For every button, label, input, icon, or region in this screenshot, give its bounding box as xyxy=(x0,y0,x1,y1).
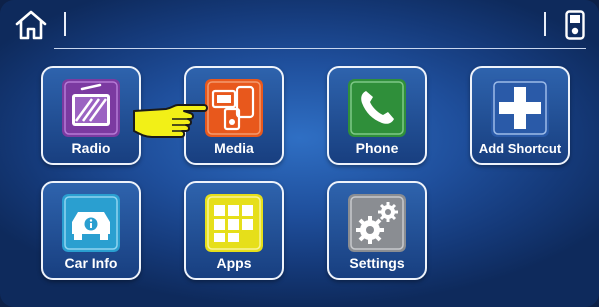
phone-button[interactable]: Phone xyxy=(327,66,427,165)
car-info-button[interactable]: Car Info xyxy=(41,181,141,280)
media-label: Media xyxy=(214,140,254,156)
ipod-icon[interactable] xyxy=(565,10,585,40)
phone-label: Phone xyxy=(355,140,399,156)
gears-icon xyxy=(348,194,406,252)
add-shortcut-label: Add Shortcut xyxy=(478,141,562,156)
header-divider xyxy=(54,48,586,49)
radio-button[interactable]: Radio xyxy=(41,66,141,165)
divider xyxy=(64,12,66,36)
top-bar xyxy=(0,0,599,48)
settings-label: Settings xyxy=(349,255,405,271)
settings-button[interactable]: Settings xyxy=(327,181,427,280)
add-shortcut-button[interactable]: Add Shortcut xyxy=(470,66,570,165)
car-info-icon xyxy=(62,194,120,252)
apps-button[interactable]: Apps xyxy=(184,181,284,280)
pointing-hand-icon xyxy=(133,104,208,138)
divider xyxy=(544,12,546,36)
home-icon[interactable] xyxy=(14,9,48,41)
phone-handset-icon xyxy=(348,79,406,137)
apps-label: Apps xyxy=(216,255,252,271)
media-devices-icon xyxy=(205,79,263,137)
radio-icon xyxy=(62,79,120,137)
radio-label: Radio xyxy=(71,140,111,156)
home-screen: Radio Media Phone Add Shortcut Car Info … xyxy=(0,0,599,307)
plus-icon xyxy=(491,79,549,137)
car-info-label: Car Info xyxy=(64,255,118,271)
apps-grid-icon xyxy=(205,194,263,252)
